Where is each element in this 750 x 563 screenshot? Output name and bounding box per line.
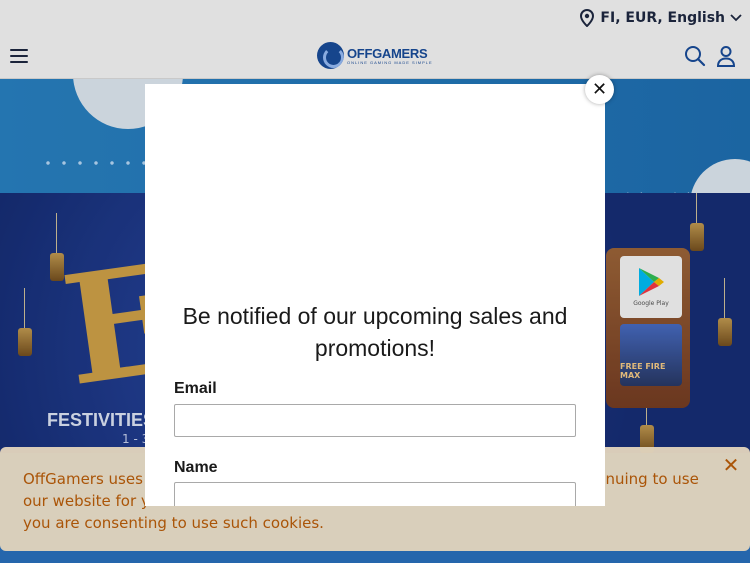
modal-title-line2: promotions!: [314, 335, 436, 361]
header-actions: [684, 45, 736, 67]
banner-festivities-text: FESTIVITIES: [47, 410, 156, 430]
modal-title: Be notified of our upcoming sales and pr…: [145, 300, 605, 364]
logo-mark-icon: [317, 42, 344, 69]
lantern-decoration: [18, 288, 32, 356]
free-fire-tile: FREE FIRE MAX: [620, 324, 682, 386]
banner-app-card: Google Play FREE FIRE MAX: [606, 248, 690, 408]
modal-close-button[interactable]: ✕: [585, 75, 614, 104]
banner-x-marks: ✕✕: [622, 185, 716, 193]
user-icon[interactable]: [716, 45, 736, 67]
name-label: Name: [174, 459, 218, 476]
cookie-text-line3: you are consenting to use such cookies.: [23, 514, 324, 532]
search-icon[interactable]: [684, 45, 706, 67]
lantern-decoration: [718, 278, 732, 346]
logo-text: OFFGAMERS: [347, 45, 428, 61]
google-play-icon: [639, 268, 664, 296]
free-fire-label: FREE FIRE MAX: [620, 362, 666, 380]
modal-title-line1: Be notified of our upcoming sales and: [182, 303, 568, 329]
location-pin-icon: [580, 9, 595, 27]
hamburger-menu-icon[interactable]: [10, 49, 28, 63]
close-icon[interactable]: ✕: [720, 455, 742, 477]
locale-selector[interactable]: FI, EUR, English: [579, 9, 742, 27]
offgamers-logo[interactable]: OFFGAMERS ONLINE GAMING MADE SIMPLE: [317, 42, 433, 69]
email-field[interactable]: [174, 404, 576, 437]
locale-label: FI, EUR, English: [600, 10, 725, 26]
logo-tagline: ONLINE GAMING MADE SIMPLE: [347, 59, 433, 65]
name-field[interactable]: [174, 482, 576, 506]
lantern-decoration: [690, 193, 704, 251]
email-label: Email: [174, 380, 217, 397]
locale-bar: FI, EUR, English: [0, 0, 750, 36]
site-header: OFFGAMERS ONLINE GAMING MADE SIMPLE: [0, 36, 750, 79]
chevron-down-icon: [730, 14, 742, 22]
newsletter-modal: Be notified of our upcoming sales and pr…: [145, 84, 605, 506]
google-play-tile: Google Play: [620, 256, 682, 318]
google-play-label: Google Play: [633, 300, 669, 307]
